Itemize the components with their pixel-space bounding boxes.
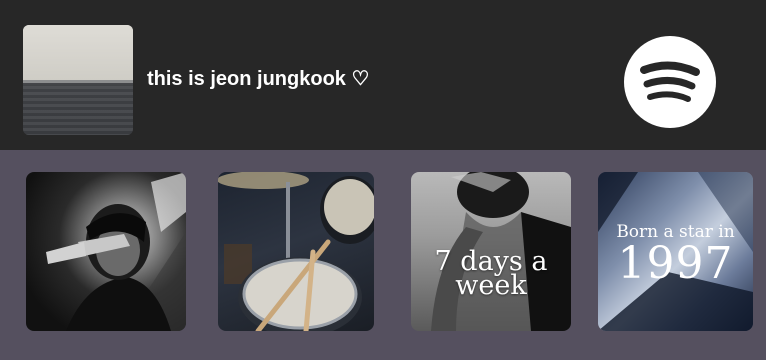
- playlist-cover-image[interactable]: [23, 25, 133, 135]
- cover-sky: [23, 25, 133, 80]
- spotify-icon[interactable]: [624, 36, 716, 128]
- photo-tile-drums[interactable]: [218, 172, 374, 331]
- tile-caption: 7 days a week: [434, 246, 548, 301]
- photo-tile-portrait[interactable]: [26, 172, 186, 331]
- photo-tile-7-days-a-week[interactable]: 7 days a week: [411, 172, 571, 331]
- tile-caption-year: 1997: [617, 238, 734, 289]
- playlist-header: this is jeon jungkook ♡: [0, 0, 766, 150]
- playlist-title[interactable]: this is jeon jungkook ♡: [147, 66, 369, 92]
- photo-tile-born-a-star[interactable]: Born a star in 1997: [598, 172, 753, 331]
- cover-sea: [23, 83, 133, 135]
